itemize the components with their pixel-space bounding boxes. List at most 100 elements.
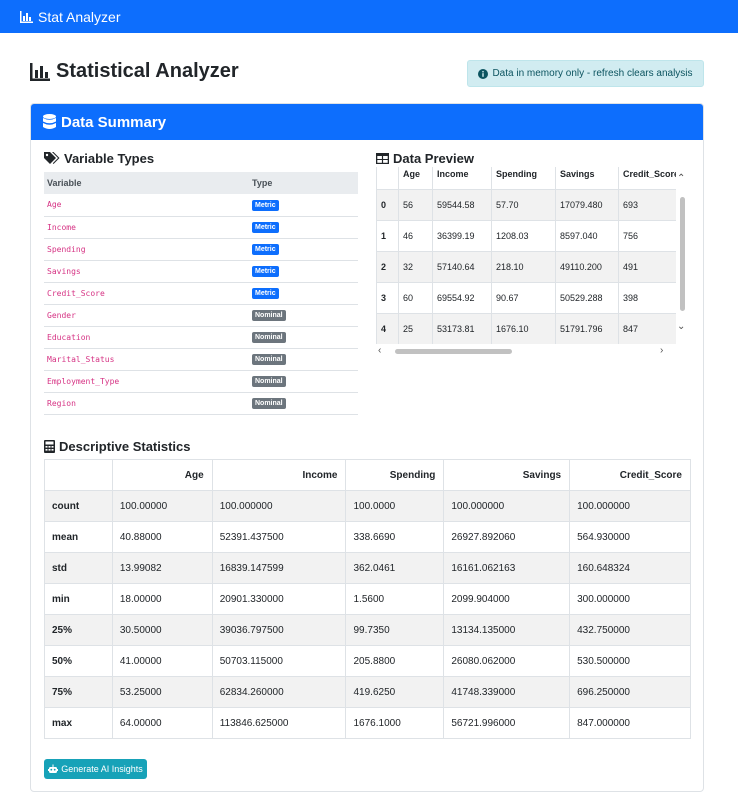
- navbar-brand[interactable]: Stat Analyzer: [38, 9, 121, 25]
- table-cell: 696.250000: [569, 676, 691, 708]
- table-cell: 90.67: [491, 281, 556, 313]
- type-badge: Nominal: [252, 332, 286, 343]
- table-cell: 40.88000: [111, 521, 213, 553]
- variable-row: Income Metric: [44, 216, 358, 239]
- scroll-down-icon[interactable]: ⌄: [677, 321, 685, 332]
- table-cell: 847.000000: [569, 707, 691, 739]
- card-title: Data Summary: [61, 113, 167, 131]
- table-cell: 756: [618, 219, 676, 251]
- table-cell: 50529.288: [555, 281, 619, 313]
- table-cell: 100.000000: [211, 490, 347, 522]
- type-badge: Metric: [252, 222, 279, 233]
- stat-label: mean: [44, 521, 113, 553]
- table-cell: 398: [618, 281, 676, 313]
- variable-name: Employment_Type: [44, 370, 249, 393]
- stat-label: max: [44, 707, 113, 739]
- table-row: 50% 41.00000 50703.115000 205.8800 26080.062…: [44, 645, 691, 677]
- descriptive-stats-heading: Descriptive Statistics: [44, 439, 191, 454]
- variable-row: Employment_Type Nominal: [44, 370, 358, 393]
- stat-label: 75%: [44, 676, 113, 708]
- variable-type-cell: Metric: [249, 194, 358, 217]
- variable-name: Education: [44, 326, 249, 349]
- variable-row: Gender Nominal: [44, 304, 358, 327]
- variable-type-cell: Nominal: [249, 304, 358, 327]
- vertical-scrollbar[interactable]: ⌃ ⌄: [676, 167, 688, 345]
- variable-row: Region Nominal: [44, 392, 358, 415]
- table-cell: 16161.062163: [443, 552, 571, 584]
- stat-label: 50%: [44, 645, 113, 677]
- data-summary-card: Data Summary Variable Types Variable Typ…: [30, 103, 704, 792]
- variable-type-cell: Metric: [249, 216, 358, 239]
- table-cell: 26927.892060: [443, 521, 571, 553]
- scroll-right-icon[interactable]: ›: [660, 345, 663, 356]
- table-cell: 57.70: [491, 188, 556, 220]
- horizontal-scrollbar[interactable]: ‹ ›: [376, 345, 676, 357]
- title-row: Statistical Analyzer Data in memory only…: [30, 56, 704, 90]
- variable-name: Region: [44, 392, 249, 415]
- table-cell: 60: [398, 281, 433, 313]
- table-cell: 36399.19: [432, 219, 492, 251]
- data-preview-scroll-area[interactable]: Age Income Spending Savings Credit_Score 0 56…: [376, 167, 688, 357]
- table-cell: 25: [398, 312, 433, 344]
- variable-type-cell: Nominal: [249, 370, 358, 393]
- variable-type-cell: Nominal: [249, 326, 358, 349]
- page-title-text: Statistical Analyzer: [56, 60, 239, 82]
- column-header: Savings: [555, 167, 619, 189]
- variable-name: Savings: [44, 260, 249, 283]
- table-cell: 17079.480: [555, 188, 619, 220]
- table-cell: 56721.996000: [443, 707, 571, 739]
- generate-ai-insights-button[interactable]: Generate AI Insights: [44, 759, 147, 779]
- column-header: [376, 167, 399, 189]
- variable-row: Savings Metric: [44, 260, 358, 283]
- column-header: Credit_Score: [618, 167, 676, 189]
- type-badge: Nominal: [252, 310, 286, 321]
- table-cell: 53173.81: [432, 312, 492, 344]
- table-cell: 100.000000: [569, 490, 691, 522]
- table-cell: 432.750000: [569, 614, 691, 646]
- table-cell: 564.930000: [569, 521, 691, 553]
- column-header: Spending: [345, 459, 445, 491]
- scroll-up-icon[interactable]: ⌃: [677, 173, 685, 184]
- table-cell: 16839.147599: [211, 552, 347, 584]
- scroll-thumb[interactable]: [395, 349, 512, 354]
- descriptive-stats-title: Descriptive Statistics: [59, 439, 191, 454]
- table-cell: 59544.58: [432, 188, 492, 220]
- table-cell: 1208.03: [491, 219, 556, 251]
- table-row: 25% 30.50000 39036.797500 99.7350 13134.1350…: [44, 614, 691, 646]
- table-cell: 57140.64: [432, 250, 492, 282]
- variable-name: Income: [44, 216, 249, 239]
- table-cell: 32: [398, 250, 433, 282]
- column-header: Savings: [443, 459, 571, 491]
- variable-name: Spending: [44, 238, 249, 261]
- stat-label: min: [44, 583, 113, 615]
- variable-type-cell: Nominal: [249, 392, 358, 415]
- calculator-icon: [44, 440, 55, 453]
- table-cell: 50703.115000: [211, 645, 347, 677]
- scroll-left-icon[interactable]: ‹: [378, 345, 381, 356]
- variable-name: Age: [44, 194, 249, 217]
- type-badge: Metric: [252, 199, 279, 211]
- database-icon: [43, 114, 56, 129]
- column-header: Type: [249, 172, 358, 194]
- page-title: Statistical Analyzer: [30, 60, 239, 83]
- table-row: min 18.00000 20901.330000 1.5600 2099.904000…: [44, 583, 691, 615]
- type-badge: Metric: [252, 266, 279, 277]
- table-row: std 13.99082 16839.147599 362.0461 16161.062…: [44, 552, 691, 584]
- table-cell: 100.0000: [345, 490, 445, 522]
- robot-icon: [48, 764, 59, 773]
- table-cell: 39036.797500: [211, 614, 347, 646]
- table-row: 4 25 53173.81 1676.10 51791.796 847: [376, 312, 676, 344]
- column-header: [44, 459, 113, 491]
- variable-name: Marital_Status: [44, 348, 249, 371]
- variable-types-table: Variable Type Age Metric Income Metric Spend…: [44, 172, 358, 415]
- row-index: 0: [376, 188, 399, 220]
- table-cell: 491: [618, 250, 676, 282]
- column-header: Spending: [491, 167, 556, 189]
- type-badge: Nominal: [252, 354, 286, 365]
- table-cell: 13134.135000: [443, 614, 571, 646]
- scroll-thumb[interactable]: [680, 197, 685, 311]
- variable-type-cell: Metric: [249, 260, 358, 283]
- table-cell: 99.7350: [345, 614, 445, 646]
- column-header: Credit_Score: [569, 459, 691, 491]
- tags-icon: [44, 152, 60, 164]
